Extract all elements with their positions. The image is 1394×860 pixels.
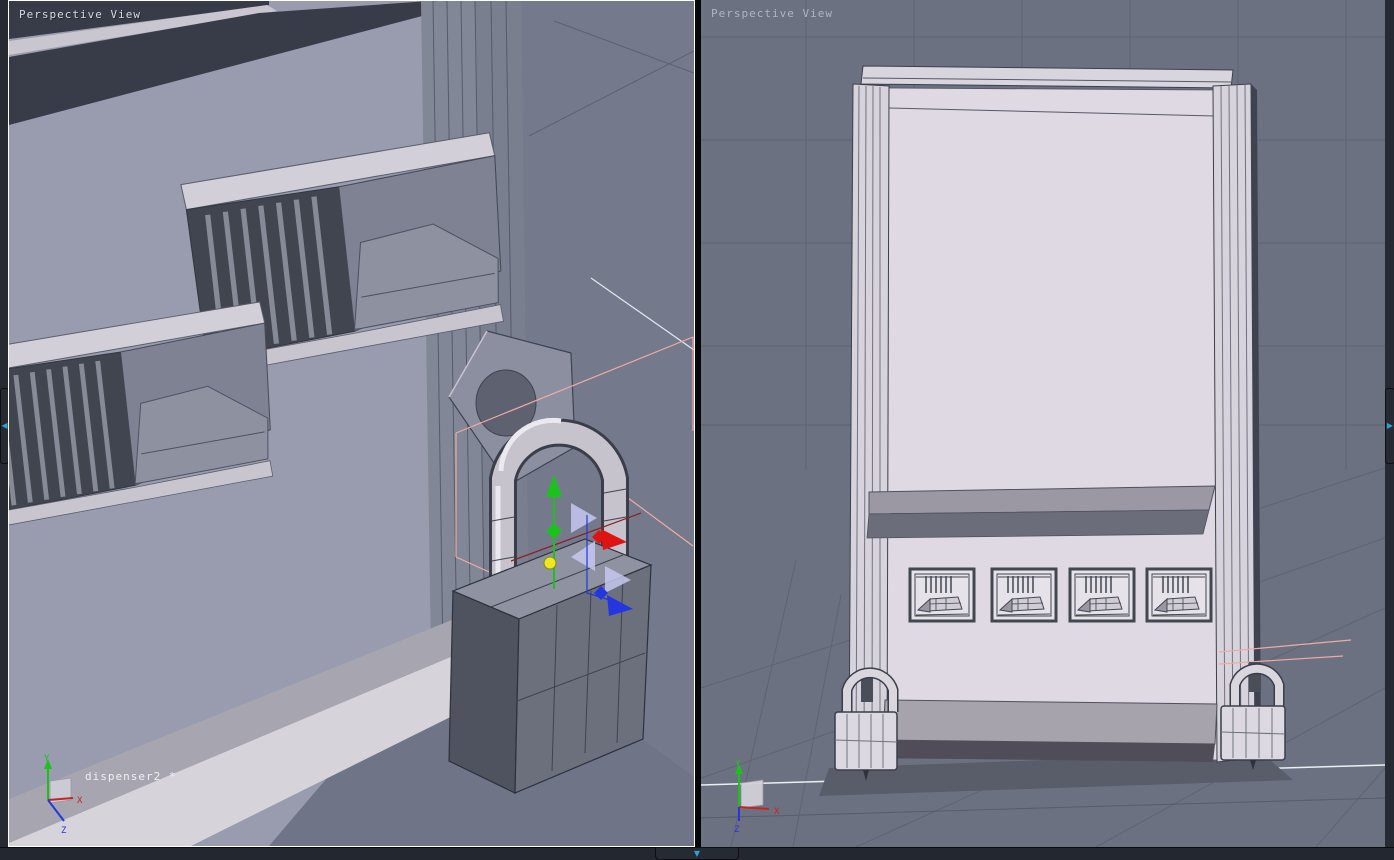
- slot-frame[interactable]: [908, 567, 976, 623]
- left-viewport-scene: Y X Z: [9, 1, 694, 846]
- left-viewport[interactable]: Perspective View dispenser2 * Y X Z: [8, 0, 695, 847]
- right-viewport-scene: Y X Z: [701, 0, 1385, 847]
- right-viewport[interactable]: Perspective View Y X Z: [701, 0, 1385, 847]
- slot-frame[interactable]: [990, 567, 1058, 623]
- axis-label-x: X: [77, 796, 83, 806]
- viewport-title: Perspective View: [711, 7, 833, 20]
- collapse-left-icon: ◀: [1, 421, 8, 430]
- viewport-title: Perspective View: [19, 8, 141, 21]
- machine-left-pillar: [848, 83, 890, 763]
- axis-label-y: Y: [44, 754, 50, 764]
- collapse-down-icon: ▼: [693, 848, 701, 858]
- collapse-right-icon: ▶: [1386, 421, 1394, 430]
- axis-label-y: Y: [735, 759, 741, 769]
- selected-object-label: dispenser2 *: [85, 770, 177, 783]
- axis-label-z: Z: [734, 825, 740, 835]
- slot-frame[interactable]: [1068, 567, 1136, 623]
- right-splitter-handle[interactable]: ▶: [1385, 388, 1394, 464]
- machine-right-pillar: [1212, 83, 1256, 763]
- machine-front-panel[interactable]: [884, 87, 1218, 761]
- axis-label-z: Z: [61, 826, 67, 836]
- dispenser-machine[interactable]: [848, 65, 1261, 763]
- gizmo-center-handle[interactable]: [543, 556, 557, 570]
- padlock-left[interactable]: [834, 667, 899, 781]
- machine-base-band: [882, 699, 1218, 745]
- dispenser-shelf: [866, 485, 1216, 539]
- bottom-splitter-handle[interactable]: ▼: [655, 847, 739, 860]
- slot-frame[interactable]: [1145, 567, 1213, 623]
- axis-label-x: X: [774, 807, 780, 817]
- application-window: ◀ Perspective View dispenser2 * Y X Z Pe…: [0, 0, 1394, 860]
